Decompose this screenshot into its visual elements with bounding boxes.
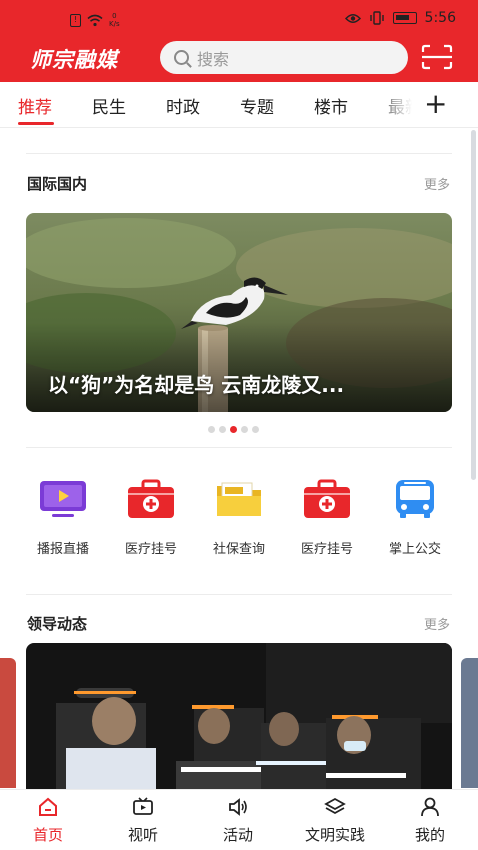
bottom-nav: 首页 视听 活动 文明实践 我的 [0,789,478,850]
eye-icon [344,13,361,23]
active-tab-indicator [18,122,54,125]
battery-icon [392,12,417,24]
tab-livelihood[interactable]: 民生 [92,93,126,118]
carousel-dot-active[interactable] [230,426,237,433]
user-icon [421,797,439,817]
divider [26,447,452,448]
service-label: 播报直播 [36,542,89,557]
service-live-broadcast[interactable]: 播报直播 [19,478,107,557]
service-label: 掌上公交 [388,542,441,557]
tabs-fade [370,82,430,127]
service-label: 医疗挂号 [300,542,353,557]
tab-recommend[interactable]: 推荐 [18,93,52,118]
status-bar: ! 0 K/s 5:56 [0,0,478,36]
carousel-dot[interactable] [241,426,248,433]
service-label: 医疗挂号 [124,542,177,557]
tab-politics[interactable]: 时政 [166,93,200,118]
nav-video[interactable]: 视听 [95,796,191,845]
category-tabs: 推荐 民生 时政 专题 楼市 最新 + [0,82,478,128]
more-link-intl[interactable]: 更多 [424,174,450,193]
nav-label: 活动 [222,826,253,844]
nav-home[interactable]: 首页 [0,796,96,845]
leader-news-card[interactable] [26,643,452,793]
banner-carousel[interactable]: 以“狗”为名却是鸟 云南龙陵又... [26,213,452,412]
carousel-dot[interactable] [219,426,226,433]
search-input[interactable]: 搜索 [160,41,408,74]
video-icon [133,797,153,815]
layers-icon [324,797,346,815]
vibrate-icon [369,11,384,25]
medical-kit-icon [128,479,174,518]
section-title-leader: 领导动态 [27,615,88,633]
carousel-dot[interactable] [208,426,215,433]
nav-profile[interactable]: 我的 [382,796,478,845]
tab-special[interactable]: 专题 [240,93,274,118]
service-medical-registration-2[interactable]: 医疗挂号 [283,478,371,557]
banner-caption: 以“狗”为名却是鸟 云南龙陵又... [48,373,345,397]
nav-activity[interactable]: 活动 [190,796,286,845]
tab-property[interactable]: 楼市 [314,93,348,118]
status-time: 5:56 [424,10,456,26]
night-patrol-photo [26,643,452,793]
scan-icon[interactable] [421,44,453,70]
tv-play-icon [40,481,86,517]
app-logo: 师宗融媒 [30,47,118,72]
nav-label: 文明实践 [304,826,365,844]
service-medical-registration[interactable]: 医疗挂号 [107,478,195,557]
add-channel-icon[interactable]: + [424,90,447,118]
speaker-icon [229,798,247,816]
divider [26,594,452,595]
nav-label: 我的 [414,826,445,844]
service-label: 社保查询 [212,542,265,557]
app-header: ! 0 K/s 5:56 师宗融媒 搜索 [0,0,478,82]
search-placeholder: 搜索 [197,49,230,69]
nav-label: 视听 [127,826,158,844]
nav-label: 首页 [32,826,63,844]
bus-icon [396,480,434,518]
service-bus[interactable]: 掌上公交 [371,478,459,557]
notification-icon: ! [70,13,81,27]
section-title-intl: 国际国内 [27,175,88,193]
search-icon [174,50,189,65]
nav-civilization-practice[interactable]: 文明实践 [287,796,383,845]
service-shortcuts: 播报直播 医疗挂号 社保查询 医疗挂号 掌上公交 [0,478,478,568]
more-link-leader[interactable]: 更多 [424,614,450,633]
network-speed: 0 K/s [109,12,120,28]
scrollbar[interactable] [471,130,476,480]
home-icon [39,797,57,816]
next-card-peek[interactable] [461,658,478,788]
wifi-icon [87,14,103,26]
service-social-security[interactable]: 社保查询 [195,478,283,557]
medical-kit-icon [304,479,350,518]
carousel-dot[interactable] [252,426,259,433]
social-security-folder-icon [217,482,261,516]
divider [26,153,452,154]
carousel-dots [208,426,259,433]
prev-card-peek[interactable] [0,658,16,788]
